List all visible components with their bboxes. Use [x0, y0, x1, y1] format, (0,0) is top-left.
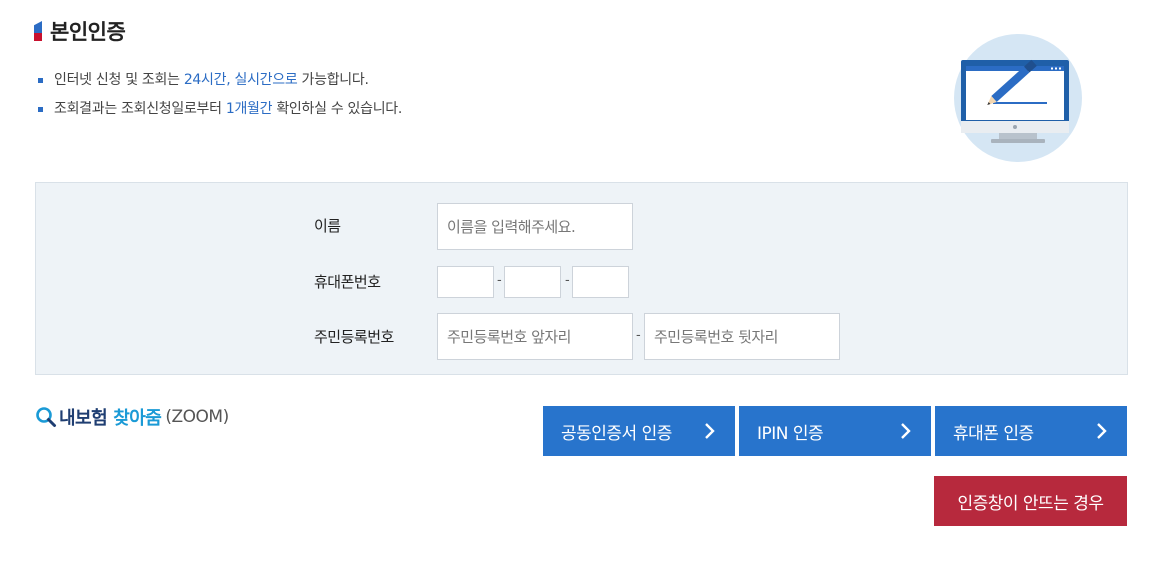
notice-text: 조회결과는 조회신청일로부터 1개월간 확인하실 수 있습니다.	[54, 99, 402, 119]
bullet-icon	[38, 106, 43, 112]
page-header: 본인인증	[34, 16, 126, 46]
rrn-separator: -	[636, 328, 641, 343]
chevron-right-icon	[705, 423, 715, 439]
zoom-logo-text-1: 내보험	[59, 408, 108, 429]
notice-pre: 조회결과는 조회신청일로부터	[54, 101, 226, 117]
zoom-logo[interactable]: 내보험 찾아줌 (ZOOM)	[35, 404, 229, 430]
chevron-right-icon	[1097, 423, 1107, 439]
popup-help-button[interactable]: 인증창이 안뜨는 경우	[934, 476, 1127, 526]
notice-item: 조회결과는 조회신청일로부터 1개월간 확인하실 수 있습니다.	[38, 99, 402, 119]
title-mark-icon	[34, 21, 42, 41]
chevron-right-icon	[901, 423, 911, 439]
notice-item: 인터넷 신청 및 조회는 24시간, 실시간으로 가능합니다.	[38, 70, 402, 90]
zoom-logo-text-3: (ZOOM)	[165, 407, 229, 427]
zoom-logo-text-2: 찾아줌	[113, 408, 162, 429]
name-input[interactable]: 이름을 입력해주세요.	[437, 203, 633, 250]
monitor-pen-icon	[954, 34, 1082, 162]
notice-highlight: 24시간, 실시간으로	[183, 72, 298, 88]
phone-separator: -	[565, 273, 570, 288]
notice-post: 가능합니다.	[297, 72, 369, 88]
phone-auth-label: 휴대폰 인증	[953, 423, 1034, 444]
ipin-auth-button[interactable]: IPIN 인증	[739, 406, 931, 456]
phone-separator: -	[497, 273, 502, 288]
notice-pre: 인터넷 신청 및 조회는	[54, 72, 184, 88]
phone-input-2[interactable]	[504, 266, 561, 298]
phone-input-1[interactable]	[437, 266, 494, 298]
notice-post: 확인하실 수 있습니다.	[272, 101, 403, 117]
notice-text: 인터넷 신청 및 조회는 24시간, 실시간으로 가능합니다.	[54, 70, 369, 90]
name-label: 이름	[314, 217, 341, 235]
notice-list: 인터넷 신청 및 조회는 24시간, 실시간으로 가능합니다. 조회결과는 조회…	[38, 70, 402, 128]
auth-form: 이름 이름을 입력해주세요. 휴대폰번호 - - 주민등록번호 주민등록번호 앞…	[35, 182, 1128, 375]
rrn-back-input[interactable]: 주민등록번호 뒷자리	[644, 313, 840, 360]
phone-auth-button[interactable]: 휴대폰 인증	[935, 406, 1127, 456]
phone-label: 휴대폰번호	[314, 273, 381, 291]
rrn-label: 주민등록번호	[314, 328, 394, 346]
phone-input-3[interactable]	[572, 266, 629, 298]
bullet-icon	[38, 77, 43, 83]
search-icon	[36, 407, 56, 427]
rrn-front-input[interactable]: 주민등록번호 앞자리	[437, 313, 633, 360]
notice-highlight: 1개월간	[225, 101, 273, 117]
cert-auth-button[interactable]: 공동인증서 인증	[543, 406, 735, 456]
ipin-auth-label: IPIN 인증	[757, 423, 824, 444]
page-title: 본인인증	[50, 20, 126, 44]
cert-auth-label: 공동인증서 인증	[561, 423, 672, 444]
